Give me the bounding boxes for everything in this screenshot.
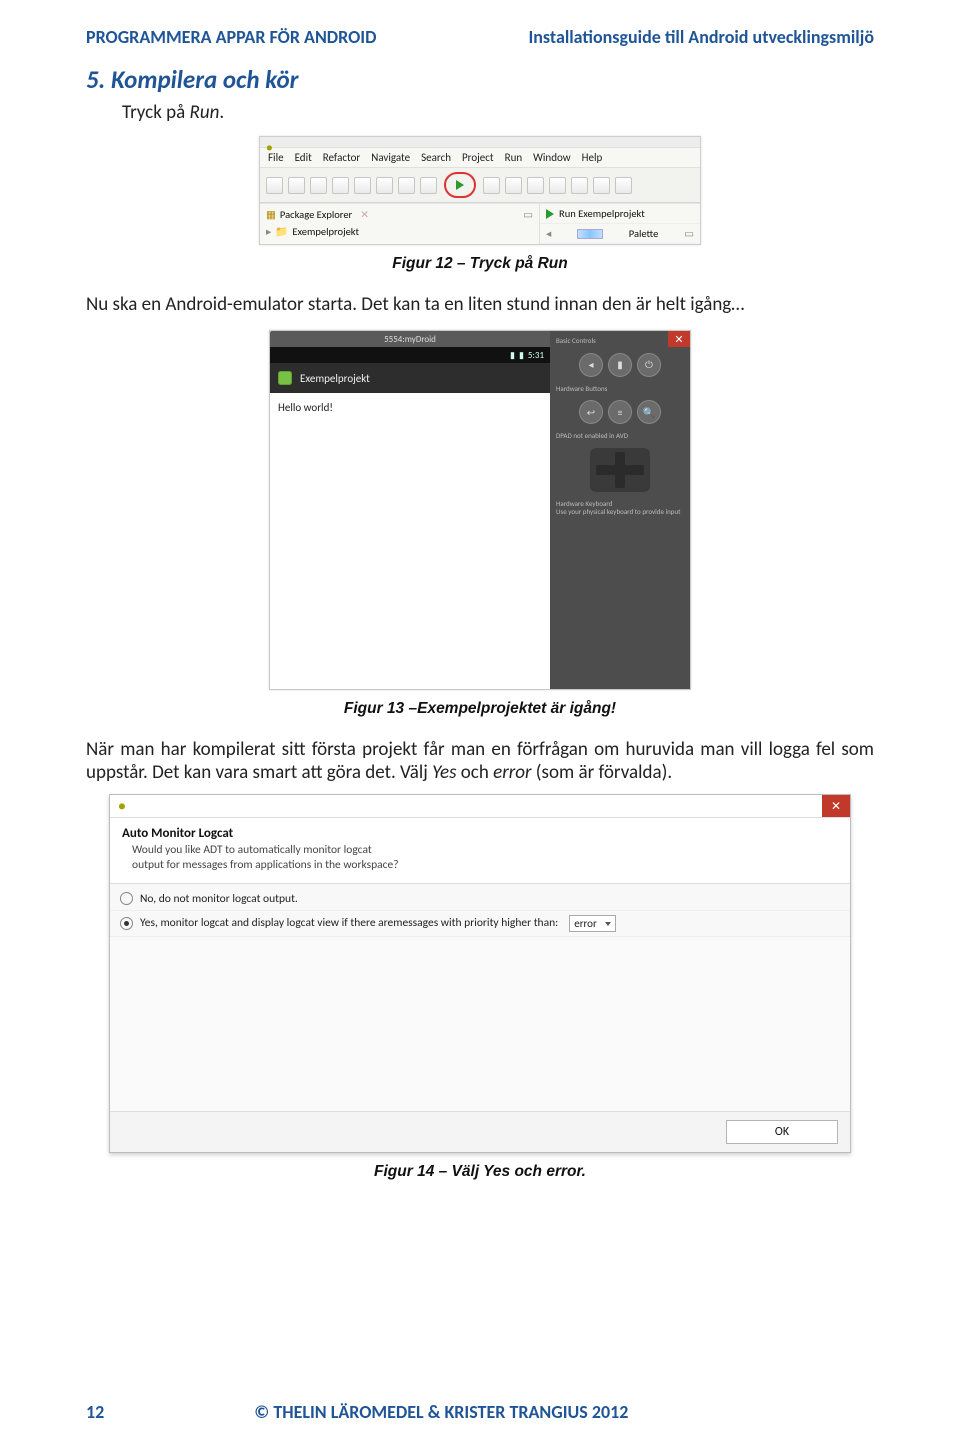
figure-12-caption: Figur 12 – Tryck på Run bbox=[86, 255, 874, 273]
footer-copyright: © THELIN LÄROMEDEL & KRISTER TRANGIUS 20… bbox=[254, 1401, 628, 1423]
paragraph-after-fig12: Nu ska en Android-emulator starta. Det k… bbox=[86, 293, 874, 316]
tool-icon[interactable] bbox=[505, 177, 522, 194]
figure-13-emulator: ✕ 5554:myDroid ▮ ▮ 5:31 Exempelprojekt H… bbox=[269, 330, 691, 690]
eclipse-toolbar bbox=[260, 168, 700, 203]
palette-label: Palette bbox=[629, 227, 659, 240]
side-label: Basic Controls bbox=[556, 337, 684, 345]
menu-run[interactable]: Run bbox=[505, 151, 523, 164]
header-left: PROGRAMMERA APPAR FÖR ANDROID bbox=[86, 26, 376, 48]
search-button[interactable]: 🔍 bbox=[637, 400, 661, 424]
intro-paragraph: Tryck på Run. bbox=[122, 101, 874, 124]
palette-swatch bbox=[577, 229, 603, 239]
tool-icon[interactable] bbox=[420, 177, 437, 194]
signal-icon: ▮ bbox=[510, 350, 515, 361]
menu-refactor[interactable]: Refactor bbox=[323, 151, 360, 164]
app-title: Exempelprojekt bbox=[300, 372, 370, 385]
package-explorer-title: Package Explorer bbox=[280, 208, 352, 221]
project-tree-item[interactable]: Exempelprojekt bbox=[292, 225, 359, 238]
header-right: Installationsguide till Android utveckli… bbox=[528, 26, 874, 48]
radio-selected-icon[interactable] bbox=[120, 917, 133, 930]
priority-select[interactable]: error bbox=[569, 915, 616, 932]
back-button[interactable]: ↩ bbox=[579, 400, 603, 424]
menu-search[interactable]: Search bbox=[421, 151, 451, 164]
tool-icon[interactable] bbox=[288, 177, 305, 194]
tool-icon[interactable] bbox=[549, 177, 566, 194]
dialog-subtitle: Would you like ADT to automatically moni… bbox=[122, 843, 838, 873]
vol-up-button[interactable]: ▮ bbox=[608, 353, 632, 377]
android-status-bar: ▮ ▮ 5:31 bbox=[270, 347, 550, 363]
option-yes-row[interactable]: Yes, monitor logcat and display logcat v… bbox=[110, 911, 850, 937]
tool-icon[interactable] bbox=[483, 177, 500, 194]
vol-down-button[interactable]: ◂ bbox=[579, 353, 603, 377]
run-button-highlight[interactable] bbox=[444, 172, 476, 198]
tool-icon[interactable] bbox=[332, 177, 349, 194]
close-icon[interactable]: ✕ bbox=[668, 331, 690, 347]
menu-file[interactable]: File bbox=[268, 151, 284, 164]
menu-navigate[interactable]: Navigate bbox=[371, 151, 410, 164]
android-app-bar: Exempelprojekt bbox=[270, 363, 550, 393]
hello-text: Hello world! bbox=[278, 401, 333, 414]
menu-project[interactable]: Project bbox=[462, 151, 494, 164]
side-label: DPAD not enabled in AVD bbox=[556, 432, 684, 440]
emulator-titlebar: 5554:myDroid bbox=[270, 331, 550, 347]
battery-icon: ▮ bbox=[519, 350, 524, 361]
android-icon bbox=[278, 371, 292, 385]
power-button[interactable]: ⏻ bbox=[637, 353, 661, 377]
side-label: Hardware Keyboard Use your physical keyb… bbox=[556, 500, 684, 515]
tool-icon[interactable] bbox=[615, 177, 632, 194]
emulator-side-panel: Basic Controls ◂ ▮ ⏻ Hardware Buttons ↩ … bbox=[550, 331, 690, 689]
figure-14-caption: Figur 14 – Välj Yes och error. bbox=[86, 1163, 874, 1181]
play-icon bbox=[456, 180, 464, 190]
menu-window[interactable]: Window bbox=[533, 151, 571, 164]
dpad[interactable] bbox=[590, 448, 650, 492]
tool-icon[interactable] bbox=[527, 177, 544, 194]
option-no-label: No, do not monitor logcat output. bbox=[140, 892, 298, 906]
option-yes-label: Yes, monitor logcat and display logcat v… bbox=[140, 916, 558, 930]
section-title: 5. Kompilera och kör bbox=[86, 64, 874, 95]
tool-icon[interactable] bbox=[593, 177, 610, 194]
tool-icon[interactable] bbox=[376, 177, 393, 194]
tool-icon[interactable] bbox=[571, 177, 588, 194]
ok-button[interactable]: OK bbox=[726, 1120, 838, 1144]
tool-icon[interactable] bbox=[398, 177, 415, 194]
menu-button[interactable]: ≡ bbox=[608, 400, 632, 424]
app-screen: Hello world! bbox=[270, 393, 550, 689]
play-icon bbox=[546, 209, 554, 219]
tool-icon[interactable] bbox=[310, 177, 327, 194]
folder-icon: 📁 bbox=[275, 225, 288, 238]
tool-icon[interactable] bbox=[266, 177, 283, 194]
option-no-row[interactable]: No, do not monitor logcat output. bbox=[110, 888, 850, 911]
dialog-title: Auto Monitor Logcat bbox=[122, 826, 838, 841]
paragraph-logcat: När man har kompilerat sitt första proje… bbox=[86, 738, 874, 784]
figure-14-logcat-dialog: ● ✕ Auto Monitor Logcat Would you like A… bbox=[109, 794, 851, 1153]
figure-12-eclipse: ● File Edit Refactor Navigate Search Pro… bbox=[259, 136, 701, 245]
menu-help[interactable]: Help bbox=[582, 151, 603, 164]
close-icon[interactable]: ✕ bbox=[822, 795, 850, 817]
eclipse-menubar: File Edit Refactor Navigate Search Proje… bbox=[260, 148, 700, 168]
figure-13-caption: Figur 13 –Exempelprojektet är igång! bbox=[86, 700, 874, 718]
side-label: Hardware Buttons bbox=[556, 385, 684, 393]
dialog-icon: ● bbox=[118, 799, 126, 814]
clock: 5:31 bbox=[528, 350, 544, 361]
radio-unselected-icon[interactable] bbox=[120, 892, 133, 905]
menu-edit[interactable]: Edit bbox=[295, 151, 312, 164]
run-menu-item[interactable]: Run Exempelprojekt bbox=[559, 207, 645, 220]
package-explorer-icon: ▦ bbox=[266, 208, 276, 221]
tool-icon[interactable] bbox=[354, 177, 371, 194]
page-number: 12 bbox=[86, 1401, 104, 1423]
